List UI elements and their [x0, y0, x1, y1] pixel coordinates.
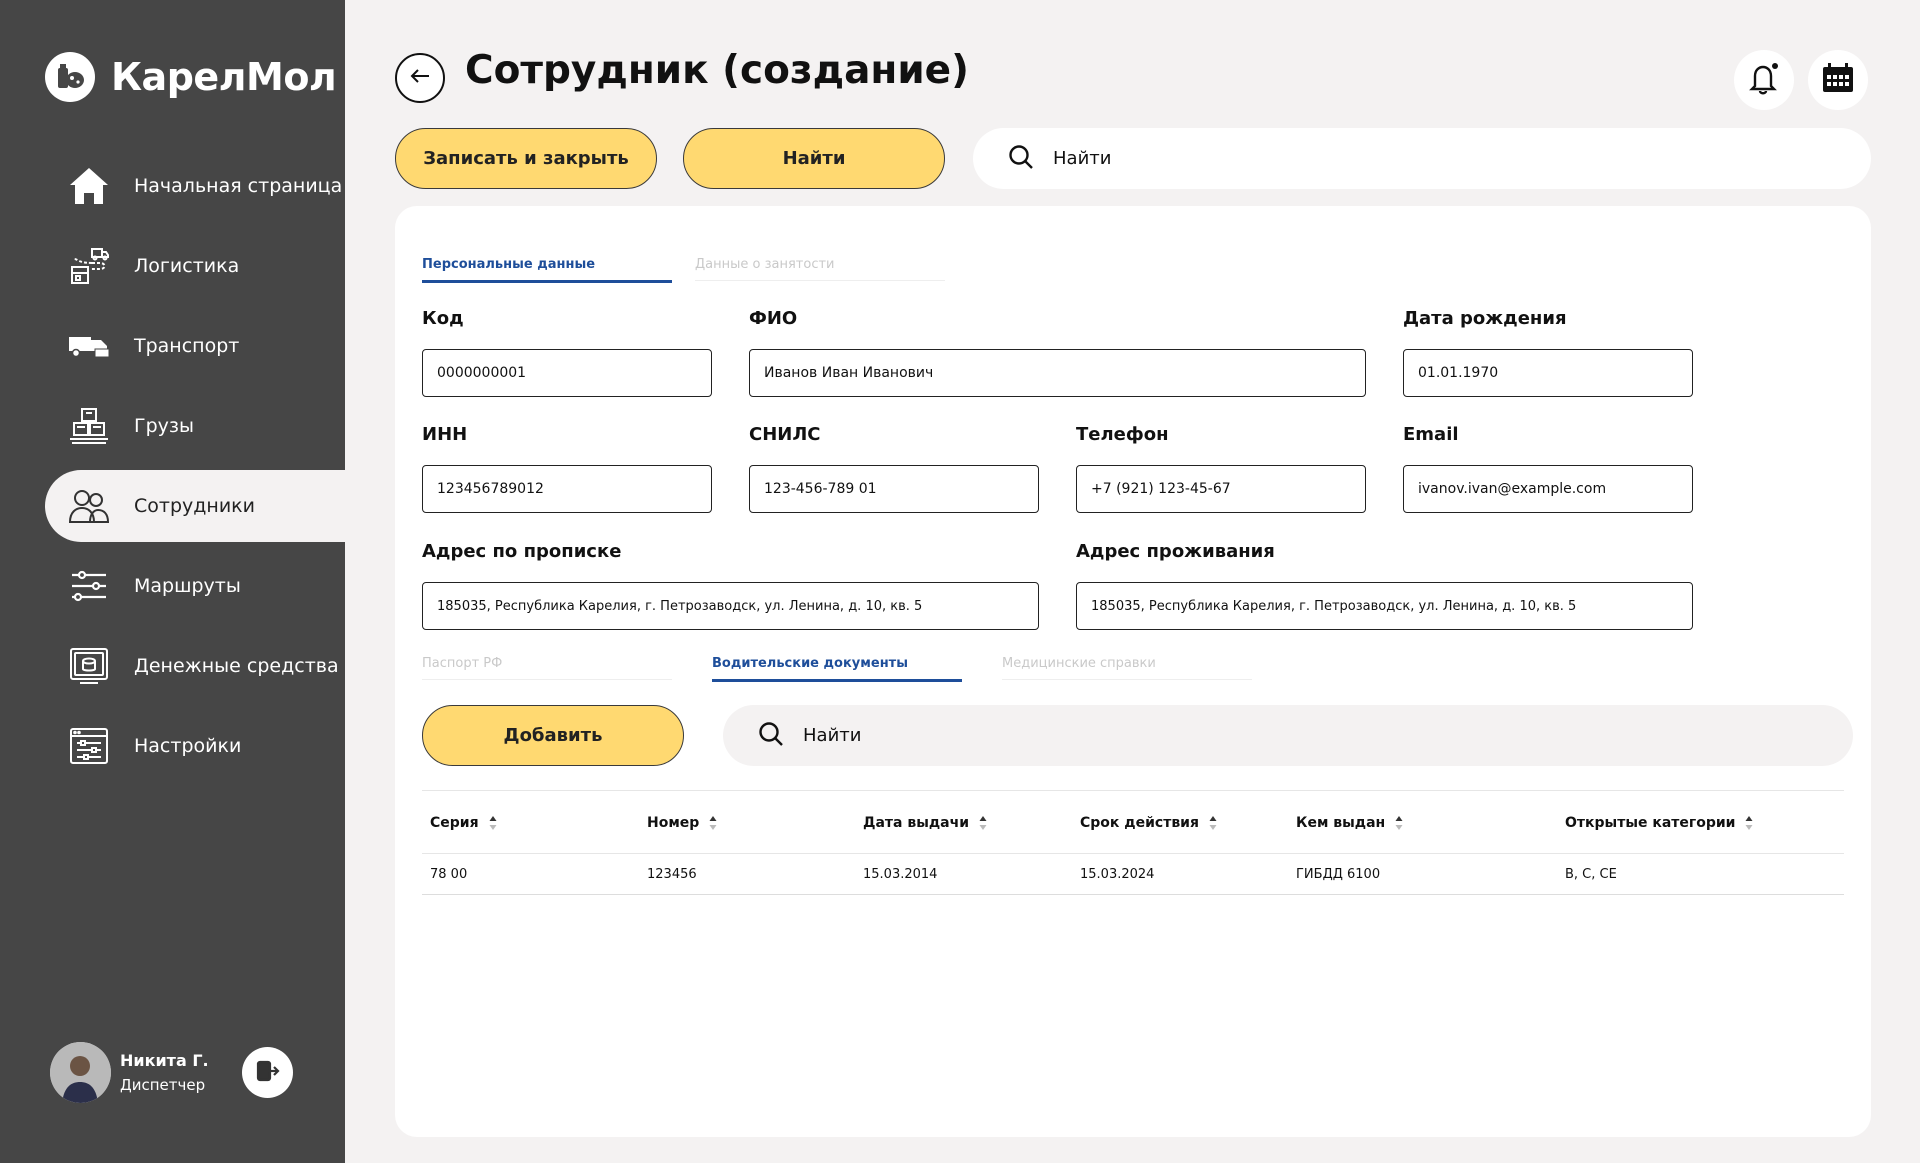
sidebar-item-label: Логистика	[134, 255, 240, 277]
inn-label: ИНН	[422, 424, 468, 445]
snils-label: СНИЛС	[749, 424, 821, 445]
routes-icon	[67, 564, 111, 608]
sort-icon	[1395, 815, 1403, 831]
home-icon	[67, 164, 111, 208]
logistics-icon	[67, 244, 111, 288]
money-icon	[67, 644, 111, 688]
logout-icon	[255, 1058, 281, 1088]
table-header: Серия Номер Дата выдачи Срок действия Ке…	[422, 790, 1844, 854]
bell-icon	[1747, 60, 1781, 100]
code-field[interactable]	[422, 349, 712, 397]
sidebar-item-logistics[interactable]: Логистика	[45, 230, 345, 302]
tab-employment-data[interactable]: Данные о занятости	[695, 257, 945, 281]
sidebar-item-label: Настройки	[134, 735, 242, 757]
reg-address-field[interactable]	[422, 582, 1039, 630]
table-cell: ГИБДД 6100	[1296, 867, 1381, 882]
column-header-issued-by[interactable]: Кем выдан	[1296, 791, 1403, 855]
sidebar-item-cargo[interactable]: Грузы	[45, 390, 345, 462]
sidebar-item-employees[interactable]: Сотрудники	[45, 470, 345, 542]
table-row[interactable]: 78 00 123456 15.03.2014 15.03.2024 ГИБДД…	[422, 854, 1844, 895]
sidebar-item-label: Денежные средства	[134, 655, 339, 677]
fio-label: ФИО	[749, 308, 798, 329]
search-icon	[757, 720, 785, 752]
sort-icon	[709, 815, 717, 831]
notifications-button[interactable]	[1734, 50, 1794, 110]
user-profile[interactable]: Никита Г. Диспетчер	[50, 1042, 209, 1103]
user-role: Диспетчер	[120, 1076, 206, 1094]
email-field[interactable]	[1403, 465, 1693, 513]
table-cell: 78 00	[430, 867, 468, 882]
table-cell: 123456	[647, 867, 697, 882]
column-header-number[interactable]: Номер	[647, 791, 717, 855]
phone-field[interactable]	[1076, 465, 1366, 513]
cargo-icon	[67, 404, 111, 448]
sort-icon	[1745, 815, 1753, 831]
column-header-valid-until[interactable]: Срок действия	[1080, 791, 1217, 855]
phone-label: Телефон	[1076, 424, 1169, 445]
search-input[interactable]	[1053, 148, 1753, 169]
search-icon	[1007, 143, 1035, 175]
reg-address-label: Адрес по прописке	[422, 541, 622, 562]
user-name: Никита Г.	[120, 1051, 209, 1070]
table-cell: B, C, CE	[1565, 867, 1617, 882]
add-button[interactable]: Добавить	[422, 705, 684, 766]
sidebar-item-label: Начальная страница	[134, 175, 343, 197]
milk-logo-icon	[45, 52, 95, 102]
calendar-button[interactable]	[1808, 50, 1868, 110]
birth-date-label: Дата рождения	[1403, 308, 1567, 329]
sort-icon	[1209, 815, 1217, 831]
sidebar-item-home[interactable]: Начальная страница	[45, 150, 345, 222]
table-cell: 15.03.2024	[1080, 867, 1155, 882]
column-header-categories[interactable]: Открытые категории	[1565, 791, 1753, 855]
sidebar: КарелМол Начальная страница Логистика Тр…	[0, 0, 345, 1163]
sidebar-item-routes[interactable]: Маршруты	[45, 550, 345, 622]
page-title: Сотрудник (создание)	[465, 48, 969, 93]
tab-driver-documents[interactable]: Водительские документы	[712, 656, 962, 682]
sidebar-item-label: Маршруты	[134, 575, 241, 597]
sort-icon	[489, 815, 497, 831]
app-logo[interactable]: КарелМол	[45, 52, 337, 102]
driver-documents-table: Серия Номер Дата выдачи Срок действия Ке…	[422, 790, 1844, 895]
sidebar-item-label: Сотрудники	[134, 495, 255, 517]
find-button[interactable]: Найти	[683, 128, 945, 189]
back-button[interactable]	[395, 53, 445, 103]
avatar	[50, 1042, 111, 1103]
table-cell: 15.03.2014	[863, 867, 938, 882]
search-bar[interactable]	[973, 128, 1871, 189]
birth-date-field[interactable]	[1403, 349, 1693, 397]
live-address-field[interactable]	[1076, 582, 1693, 630]
sort-icon	[979, 815, 987, 831]
employees-icon	[67, 484, 111, 528]
live-address-label: Адрес проживания	[1076, 541, 1275, 562]
column-header-series[interactable]: Серия	[430, 791, 497, 855]
settings-icon	[67, 724, 111, 768]
fio-field[interactable]	[749, 349, 1366, 397]
documents-search-input[interactable]	[803, 725, 1603, 746]
sidebar-item-label: Транспорт	[134, 335, 240, 357]
sidebar-item-transport[interactable]: Транспорт	[45, 310, 345, 382]
sidebar-item-label: Грузы	[134, 415, 194, 437]
tab-passport[interactable]: Паспорт РФ	[422, 656, 672, 680]
sidebar-item-settings[interactable]: Настройки	[45, 710, 345, 782]
tab-medical-certificates[interactable]: Медицинские справки	[1002, 656, 1252, 680]
column-header-issue-date[interactable]: Дата выдачи	[863, 791, 987, 855]
logout-button[interactable]	[242, 1047, 293, 1098]
email-label: Email	[1403, 424, 1459, 445]
calendar-icon	[1821, 62, 1855, 98]
code-label: Код	[422, 308, 464, 329]
inn-field[interactable]	[422, 465, 712, 513]
tab-personal-data[interactable]: Персональные данные	[422, 257, 672, 283]
sidebar-item-money[interactable]: Денежные средства	[45, 630, 345, 702]
truck-icon	[67, 324, 111, 368]
snils-field[interactable]	[749, 465, 1039, 513]
app-name: КарелМол	[111, 55, 337, 99]
save-close-button[interactable]: Записать и закрыть	[395, 128, 657, 189]
documents-search-bar[interactable]	[723, 705, 1853, 766]
arrow-left-icon	[409, 65, 431, 91]
